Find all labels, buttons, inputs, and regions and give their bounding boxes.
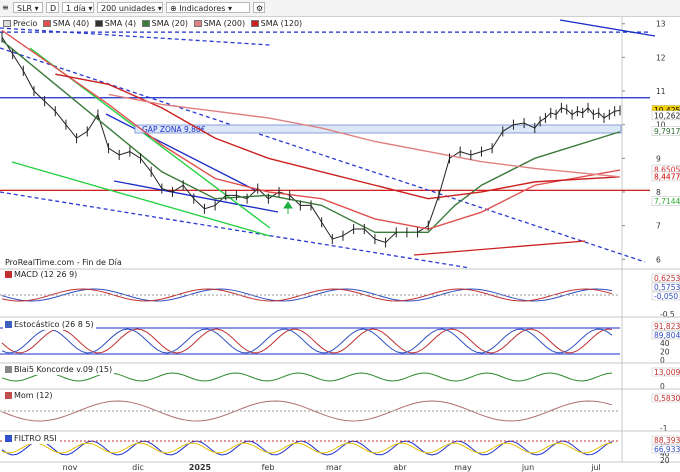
- y-tick-label: 7: [656, 222, 661, 231]
- stochastic-k-line: [1, 328, 613, 354]
- x-tick-label: may: [454, 463, 472, 472]
- price-chart: 131211109876nov dic 2025 feb mar abr may jun jul…: [0, 17, 680, 472]
- y-tick-label: 8: [656, 188, 661, 197]
- series-line-precio: [1, 36, 621, 244]
- x-tick-label: dic: [132, 463, 144, 472]
- series-line-sma-120-: [55, 73, 621, 200]
- panel-label-text: Estocástico (26 8 5): [14, 320, 94, 329]
- panel-label-text: FILTRO RSI: [14, 434, 57, 443]
- panel-tag-label: 66,933: [654, 445, 680, 454]
- x-tick-label: jul: [590, 463, 601, 472]
- price-tag-label: 9,7917: [654, 127, 680, 136]
- price-tag-label: 8,4477: [654, 172, 680, 181]
- y-tick-label: 13: [656, 20, 666, 29]
- panel-label-macd: MACD (12 26 9): [3, 270, 80, 280]
- panel-label-rsi: FILTRO RSI: [3, 434, 59, 444]
- panel-y-tick: 0: [660, 382, 665, 391]
- panel-tag-label: 13,009: [654, 368, 680, 377]
- panel-tag-label: 88,393: [654, 436, 680, 445]
- panel-tag-label: -0,050: [654, 292, 678, 301]
- panel-tag-label: 0,5753: [654, 283, 680, 292]
- trend-line: [559, 19, 656, 37]
- panel-label-text: Blai5 Koncorde v.09 (15): [14, 365, 113, 374]
- rsi-icon: [5, 435, 12, 442]
- source-label: ProRealTime.com - Fin de Día: [3, 258, 124, 268]
- panel-label-text: MACD (12 26 9): [14, 270, 78, 279]
- y-tick-label: 6: [656, 255, 661, 264]
- price-tag-label: 7,7144: [654, 197, 680, 206]
- x-tick-label: nov: [63, 463, 78, 472]
- trend-line: [0, 27, 271, 46]
- y-tick-label: 9: [656, 154, 661, 163]
- stochastic-icon: [5, 321, 12, 328]
- panel-tag-label: 89,804: [654, 331, 680, 340]
- panel-tag-label: 91,823: [654, 322, 680, 331]
- panel-tag-label: 0,6253: [654, 274, 680, 283]
- panel-label-text: Mom (12): [14, 391, 53, 400]
- trend-line: [413, 240, 586, 256]
- panel-y-tick: -1: [660, 424, 668, 433]
- panel-label-mom: Mom (12): [3, 391, 55, 401]
- y-tick-label: 11: [656, 87, 666, 96]
- buy-arrow-icon: [283, 201, 293, 214]
- panel-y-tick: 20: [660, 456, 670, 465]
- rsi-filter-line: [1, 442, 613, 454]
- gap-zone-label: GAP ZONA 9,80€: [142, 125, 206, 134]
- panel-label-blai: Blai5 Koncorde v.09 (15): [3, 365, 115, 375]
- trend-line: [0, 47, 646, 263]
- gap-zone-box: [134, 124, 622, 134]
- x-tick-label: mar: [326, 463, 343, 472]
- panel-label-stoch: Estocástico (26 8 5): [3, 320, 96, 330]
- x-tick-label: jun: [521, 463, 534, 472]
- koncorde-icon: [5, 366, 12, 373]
- momentum-icon: [5, 392, 12, 399]
- y-tick-label: 12: [656, 53, 666, 62]
- x-tick-label: feb: [262, 463, 275, 472]
- panel-tag-label: 0,5830: [654, 394, 680, 403]
- rsi-line: [1, 440, 613, 456]
- panel-y-tick: 0: [660, 356, 665, 365]
- macd-icon: [5, 271, 12, 278]
- x-tick-label: abr: [393, 463, 407, 472]
- price-tag-label: 10,262: [654, 111, 680, 120]
- x-tick-label: 2025: [189, 463, 212, 472]
- panel-y-tick: -0,5: [660, 310, 675, 319]
